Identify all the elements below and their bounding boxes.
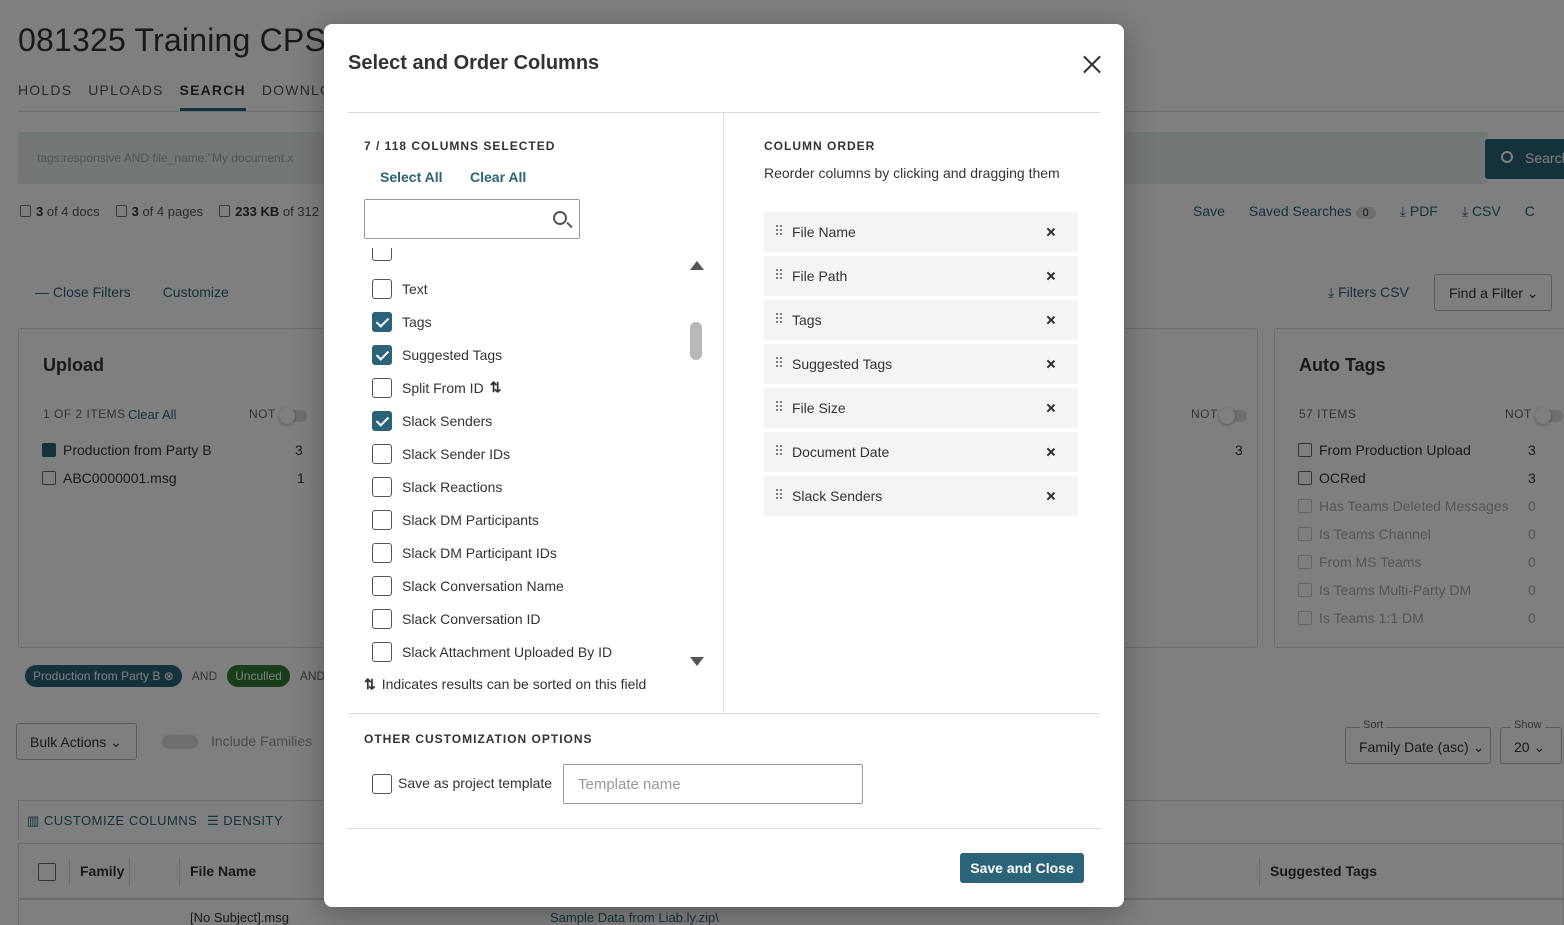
column-checkbox[interactable]: [372, 542, 392, 563]
columns-selected-count: 7 / 118 COLUMNS SELECTED: [364, 139, 556, 153]
options-divider: [348, 713, 1100, 714]
sortable-legend: ⇅ Indicates results can be sorted on this…: [364, 676, 646, 693]
column-checkbox-list: Text Tags Suggested Tags Split From ID ⇅ Slac…: [364, 248, 708, 668]
scroll-up-arrow-icon[interactable]: [690, 261, 704, 270]
header-divider: [348, 112, 1100, 113]
column-option-label: Slack Conversation Name: [402, 577, 564, 594]
sortable-legend-text: Indicates results can be sorted on this …: [381, 676, 647, 692]
column-option-label: Slack Senders: [402, 412, 493, 429]
remove-column-icon[interactable]: [1044, 401, 1058, 415]
column-option[interactable]: Slack Conversation ID: [364, 602, 684, 635]
column-option[interactable]: Slack Conversation Name: [364, 569, 684, 602]
other-options-heading: OTHER CUSTOMIZATION OPTIONS: [364, 732, 593, 746]
ordered-column-item[interactable]: File Name: [764, 212, 1078, 252]
ordered-column-item[interactable]: Tags: [764, 300, 1078, 340]
ordered-column-label: File Size: [792, 400, 846, 416]
drag-handle-icon[interactable]: [776, 313, 784, 327]
save-and-close-button[interactable]: Save and Close: [960, 853, 1084, 883]
column-checkbox[interactable]: [372, 410, 392, 431]
ordered-column-item[interactable]: File Size: [764, 388, 1078, 428]
select-all-link[interactable]: Select All: [380, 169, 443, 185]
ordered-column-label: File Path: [792, 268, 848, 284]
column-option-label: Text: [402, 280, 428, 297]
column-option-label: Slack DM Participants: [402, 511, 539, 528]
column-option-hidden[interactable]: [364, 248, 684, 267]
column-checkbox[interactable]: [372, 344, 392, 365]
close-icon[interactable]: [1080, 52, 1104, 76]
column-option[interactable]: Slack Sender IDs: [364, 437, 684, 470]
remove-column-icon[interactable]: [1044, 445, 1058, 459]
save-template-label[interactable]: Save as project template: [398, 775, 552, 791]
ordered-column-item[interactable]: Slack Senders: [764, 476, 1078, 516]
clear-all-link[interactable]: Clear All: [470, 169, 526, 185]
drag-handle-icon[interactable]: [776, 357, 784, 371]
remove-column-icon[interactable]: [1044, 313, 1058, 327]
ordered-column-label: File Name: [792, 224, 856, 240]
save-template-checkbox[interactable]: [372, 774, 392, 794]
footer-divider: [348, 828, 1100, 829]
remove-column-icon[interactable]: [1044, 225, 1058, 239]
column-checkbox[interactable]: [372, 509, 392, 530]
drag-handle-icon[interactable]: [776, 445, 784, 459]
column-option-label: Suggested Tags: [402, 346, 503, 363]
sort-arrows-icon: ⇅: [489, 379, 502, 395]
template-name-input[interactable]: [563, 764, 863, 804]
modal-title: Select and Order Columns: [348, 52, 600, 74]
column-list-scrollbar[interactable]: [686, 258, 708, 666]
column-option[interactable]: Slack DM Participants: [364, 503, 684, 536]
ordered-column-item[interactable]: Suggested Tags: [764, 344, 1078, 384]
column-option-label: Split From ID: [402, 379, 484, 396]
drag-handle-icon[interactable]: [776, 401, 784, 415]
ordered-column-item[interactable]: Document Date: [764, 432, 1078, 472]
column-order-description: Reorder columns by clicking and dragging…: [764, 165, 1060, 181]
column-option[interactable]: Slack Senders: [364, 404, 684, 437]
column-option-label: Slack Attachment Uploaded By ID: [402, 643, 613, 660]
column-option-label: Tags: [402, 313, 432, 330]
column-checkbox[interactable]: [372, 377, 392, 398]
column-option-label: Slack Sender IDs: [402, 445, 511, 462]
column-option-label: Slack DM Participant IDs: [402, 544, 557, 561]
drag-handle-icon[interactable]: [776, 489, 784, 503]
column-checkbox[interactable]: [372, 311, 392, 332]
ordered-column-label: Slack Senders: [792, 488, 883, 504]
column-option[interactable]: Slack Attachment Uploaded By ID: [364, 635, 684, 668]
column-option[interactable]: Slack Reactions: [364, 470, 684, 503]
remove-column-icon[interactable]: [1044, 269, 1058, 283]
column-option[interactable]: Text: [364, 272, 684, 305]
column-option[interactable]: Tags: [364, 305, 684, 338]
column-checkbox[interactable]: [372, 278, 392, 299]
column-option-label: Slack Reactions: [402, 478, 503, 495]
drag-handle-icon[interactable]: [776, 225, 784, 239]
column-option[interactable]: Suggested Tags: [364, 338, 684, 371]
column-divider: [723, 112, 724, 713]
column-search-input[interactable]: [364, 199, 580, 239]
column-checkbox[interactable]: [372, 476, 392, 497]
drag-handle-icon[interactable]: [776, 269, 784, 283]
column-option[interactable]: Split From ID ⇅: [364, 371, 684, 404]
column-checkbox[interactable]: [372, 608, 392, 629]
column-option[interactable]: Slack DM Participant IDs: [364, 536, 684, 569]
remove-column-icon[interactable]: [1044, 489, 1058, 503]
ordered-column-label: Tags: [792, 312, 822, 328]
column-checkbox[interactable]: [372, 575, 392, 596]
column-order-heading: COLUMN ORDER: [764, 139, 876, 153]
remove-column-icon[interactable]: [1044, 357, 1058, 371]
ordered-column-label: Document Date: [792, 444, 890, 460]
sort-arrows-icon: ⇅: [364, 676, 376, 692]
column-checkbox[interactable]: [372, 248, 392, 261]
search-icon: [553, 211, 567, 225]
column-option-label: Slack Conversation ID: [402, 610, 541, 627]
ordered-column-label: Suggested Tags: [792, 356, 893, 372]
select-columns-modal: Select and Order Columns 7 / 118 COLUMNS…: [324, 24, 1124, 907]
scrollbar-thumb[interactable]: [690, 322, 702, 360]
scroll-down-arrow-icon[interactable]: [690, 657, 704, 666]
column-checkbox[interactable]: [372, 641, 392, 662]
ordered-column-item[interactable]: File Path: [764, 256, 1078, 296]
column-checkbox[interactable]: [372, 443, 392, 464]
